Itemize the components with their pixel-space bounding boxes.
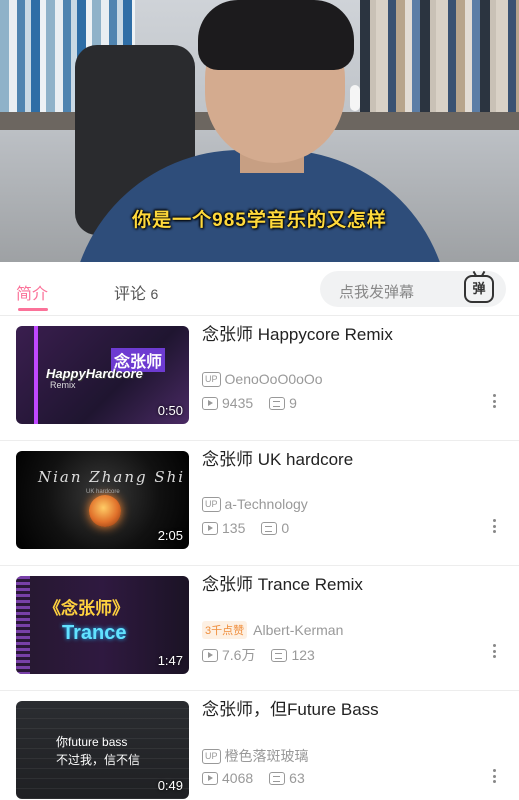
thumbnail-text: Nian Zhang Shi <box>38 468 186 486</box>
danmaku-count: 9 <box>289 395 297 411</box>
duration-badge: 2:05 <box>157 528 183 543</box>
tab-bar: 简介 评论 6 点我发弹幕 弹 <box>0 262 519 316</box>
stats-row: 135 0 <box>202 520 289 536</box>
video-thumbnail[interactable]: 你future bass 不过我，信不信 0:49 <box>16 701 189 799</box>
up-tag: UP <box>202 748 221 764</box>
author-row: UP 橙色落斑玻璃 <box>202 746 309 766</box>
view-count: 4068 <box>222 770 254 786</box>
more-options-icon[interactable] <box>493 644 497 660</box>
thumbnail-text: Trance <box>62 622 127 644</box>
author-name[interactable]: 橙色落斑玻璃 <box>225 746 309 766</box>
more-options-icon[interactable] <box>493 519 497 535</box>
video-thumbnail[interactable]: 《念张师》 Trance 1:47 <box>16 576 189 674</box>
thumbnail-sub: UK hardcore <box>86 489 120 495</box>
earbud <box>350 85 360 111</box>
tab-comments[interactable]: 评论 6 <box>114 280 158 304</box>
likes-badge: 3千点赞 <box>202 621 248 639</box>
tab-intro[interactable]: 简介 <box>16 280 48 304</box>
danmaku-placeholder: 点我发弹幕 <box>339 284 415 301</box>
author-name[interactable]: a-Technology <box>225 496 308 512</box>
play-count-icon <box>202 521 218 535</box>
up-tag: UP <box>202 496 221 512</box>
danmaku-count: 0 <box>281 520 290 536</box>
thumbnail-text: HappyHardcore <box>46 366 143 381</box>
play-count-icon <box>202 396 218 410</box>
thumbnail-line-1: 你future bass <box>56 735 128 749</box>
thumbnail-cn-text: 《念张师》 <box>44 599 129 618</box>
video-thumbnail[interactable]: 念张师 HappyHardcore Remix 0:50 <box>16 326 189 424</box>
danmaku-count: 63 <box>289 770 305 786</box>
person-hair <box>198 0 354 70</box>
danmaku-count-icon <box>269 396 286 410</box>
stats-row: 9435 9 <box>202 395 297 411</box>
video-subtitle: 你是一个985学音乐的又怎样 <box>132 210 387 231</box>
view-count: 135 <box>222 520 246 536</box>
stats-row: 4068 63 <box>202 770 305 786</box>
duration-badge: 1:47 <box>157 653 183 668</box>
video-title[interactable]: 念张师 Happycore Remix <box>202 320 393 345</box>
video-player[interactable]: 你是一个985学音乐的又怎样 <box>0 0 519 262</box>
author-row: UP OenoOoO0oOo <box>202 371 323 387</box>
video-title[interactable]: 念张师 UK hardcore <box>202 445 353 470</box>
more-options-icon[interactable] <box>493 769 497 785</box>
more-options-icon[interactable] <box>493 394 497 410</box>
thumbnail-orb <box>89 495 121 527</box>
view-count: 7.6万 <box>222 647 256 663</box>
danmaku-count: 123 <box>291 647 315 663</box>
duration-badge: 0:50 <box>157 403 183 418</box>
list-item[interactable]: 念张师 HappyHardcore Remix 0:50 念张师 Happyco… <box>0 316 519 441</box>
danmaku-count-icon <box>271 648 288 662</box>
list-item[interactable]: 你future bass 不过我，信不信 0:49 念张师，但Future Ba… <box>0 691 519 800</box>
tab-active-indicator <box>18 308 48 311</box>
video-thumbnail[interactable]: Nian Zhang Shi UK hardcore 2:05 <box>16 451 189 549</box>
author-name[interactable]: Albert-Kerman <box>253 622 343 638</box>
thumbnail-sub: Remix <box>50 380 76 390</box>
tab-comments-count: 6 <box>150 286 159 302</box>
up-tag: UP <box>202 371 221 387</box>
danmaku-count-icon <box>269 771 286 785</box>
danmaku-count-icon <box>261 521 278 535</box>
thumbnail-line-2: 不过我，信不信 <box>56 753 141 767</box>
play-count-icon <box>202 648 218 662</box>
view-count: 9435 <box>222 395 254 411</box>
stats-row: 7.6万 123 <box>202 645 315 665</box>
tab-comments-label: 评论 <box>114 286 147 303</box>
author-row: 3千点赞 Albert-Kerman <box>202 621 343 639</box>
video-title[interactable]: 念张师，但Future Bass <box>202 695 379 720</box>
danmaku-tv-icon[interactable]: 弹 <box>464 275 494 303</box>
video-title[interactable]: 念张师 Trance Remix <box>202 570 363 595</box>
list-item[interactable]: Nian Zhang Shi UK hardcore 2:05 念张师 UK h… <box>0 441 519 566</box>
list-item[interactable]: 《念张师》 Trance 1:47 念张师 Trance Remix 3千点赞 … <box>0 566 519 691</box>
author-row: UP a-Technology <box>202 496 308 512</box>
author-name[interactable]: OenoOoO0oOo <box>225 371 323 387</box>
danmaku-input[interactable]: 点我发弹幕 弹 <box>320 271 506 307</box>
duration-badge: 0:49 <box>157 778 183 793</box>
play-count-icon <box>202 771 218 785</box>
bookshelf-right <box>360 0 519 112</box>
